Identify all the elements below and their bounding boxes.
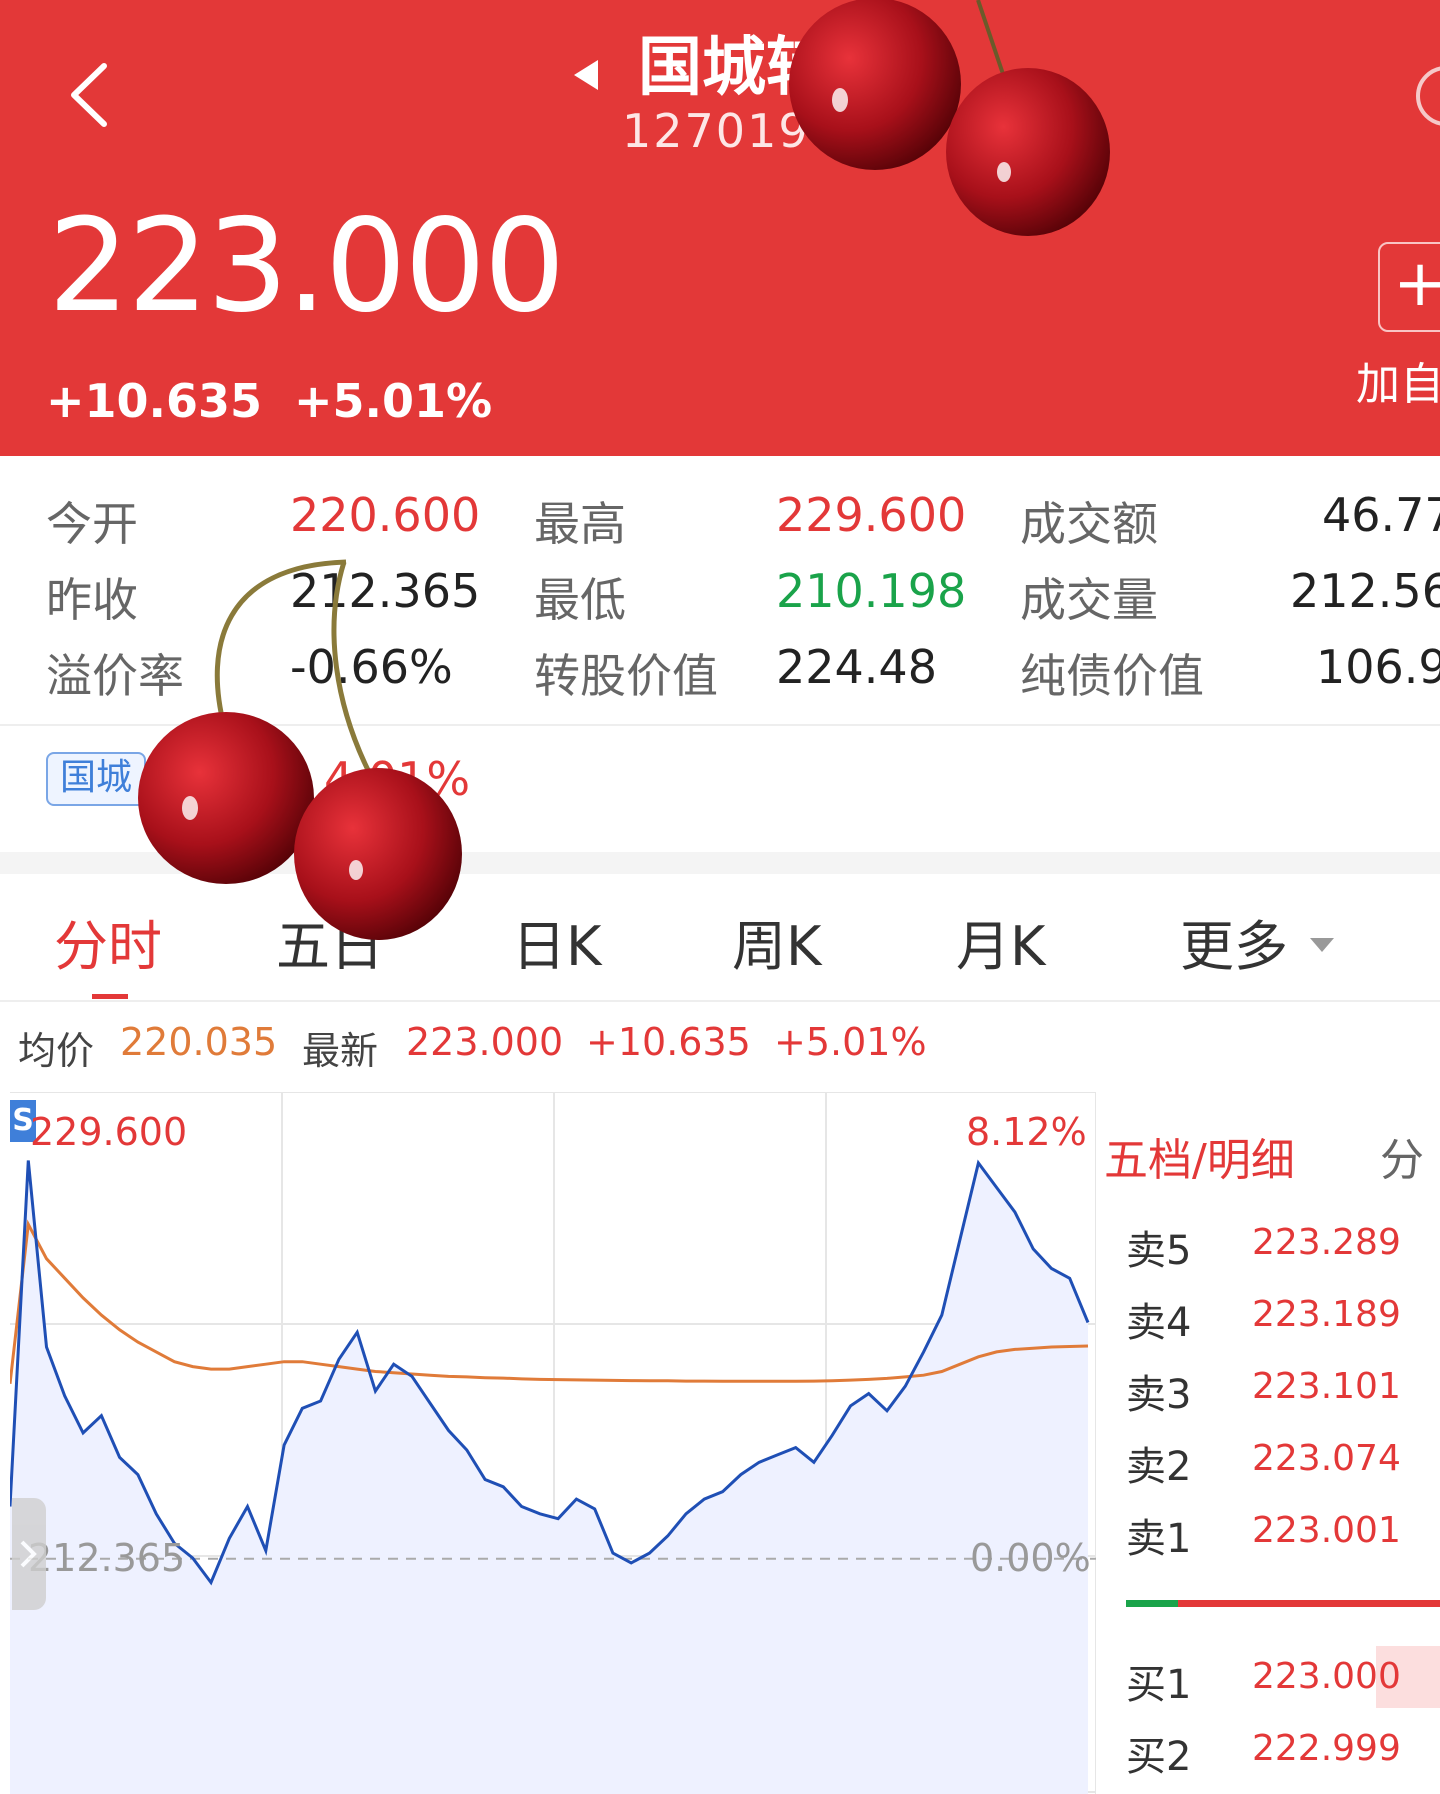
add-watchlist-button[interactable]: + — [1378, 242, 1440, 332]
order-price: 223.001 — [1252, 1510, 1401, 1551]
info-change-pct: +5.01% — [774, 1020, 927, 1064]
latest-value: 223.000 — [406, 1020, 564, 1064]
order-book-tab[interactable]: 五档/明细 — [1104, 1124, 1295, 1188]
stat-label: 纯债价值 — [1020, 649, 1204, 703]
cherry-sticker-icon — [789, 0, 1110, 236]
order-price: 223.289 — [1252, 1222, 1401, 1263]
stat-value: 220.600 — [290, 488, 481, 542]
avg-value: 220.035 — [120, 1020, 278, 1064]
stat-value: 106.9 — [1316, 640, 1440, 694]
order-price: 223.000 — [1252, 1656, 1401, 1697]
header-bar: 国城转 127019 223.000 +10.635 +5.01% + 加自 — [0, 0, 1440, 456]
latest-label: 最新 — [302, 1029, 379, 1073]
tab-weekly-k[interactable]: 周K — [732, 902, 821, 981]
order-label: 卖1 — [1126, 1516, 1192, 1562]
prev-stock-icon[interactable] — [570, 58, 600, 92]
intraday-chart[interactable] — [10, 1092, 1096, 1794]
stat-value: 212.56 — [1290, 564, 1440, 618]
chart-base-label: 212.365 — [28, 1536, 186, 1580]
expand-handle[interactable] — [12, 1498, 46, 1610]
stat-label: 成交额 — [1020, 497, 1158, 551]
order-ratio-bar-buy — [1126, 1600, 1178, 1607]
price-change: +10.635 — [46, 374, 263, 428]
stat-label: 成交量 — [1020, 573, 1158, 627]
tab-more[interactable]: 更多 — [1180, 902, 1288, 981]
stat-label: 最高 — [534, 497, 626, 551]
stat-label: 昨收 — [46, 573, 138, 627]
chevron-down-icon — [1310, 938, 1334, 952]
stat-value: 210.198 — [776, 564, 967, 618]
stat-value: 46.77 — [1322, 488, 1440, 542]
chart-high-label: 229.600 — [30, 1110, 188, 1154]
add-watchlist-label: 加自 — [1356, 359, 1440, 410]
stat-value: 224.48 — [776, 640, 937, 694]
order-label: 买2 — [1126, 1734, 1192, 1780]
stat-value: 229.600 — [776, 488, 967, 542]
stat-label: 最低 — [534, 573, 626, 627]
order-label: 卖4 — [1126, 1300, 1192, 1346]
back-icon[interactable] — [62, 60, 122, 130]
order-price: 223.101 — [1252, 1366, 1401, 1407]
order-price: 223.074 — [1252, 1438, 1401, 1479]
active-tab-indicator — [92, 994, 128, 999]
tab-monthly-k[interactable]: 月K — [956, 902, 1045, 981]
chart-high-pct: 8.12% — [966, 1110, 1087, 1154]
stat-label: 今开 — [46, 497, 138, 551]
order-label: 卖2 — [1126, 1444, 1192, 1490]
price-change-pct: +5.01% — [294, 374, 493, 428]
chevron-right-icon — [20, 1540, 37, 1568]
tab-daily-k[interactable]: 日K — [512, 902, 601, 981]
divider — [0, 1000, 1440, 1002]
related-stock-tag[interactable]: 国城 — [46, 752, 147, 806]
tick-detail-tab[interactable]: 分 — [1380, 1124, 1424, 1188]
chart-base-pct: 0.00% — [970, 1536, 1091, 1580]
current-price: 223.000 — [48, 192, 565, 341]
info-change: +10.635 — [586, 1020, 751, 1064]
order-price: 222.999 — [1252, 1728, 1401, 1769]
stat-label: 转股价值 — [534, 649, 718, 703]
order-label: 买1 — [1126, 1662, 1192, 1708]
avg-label: 均价 — [18, 1029, 95, 1073]
order-price: 223.189 — [1252, 1294, 1401, 1335]
order-label: 卖3 — [1126, 1372, 1192, 1418]
search-icon[interactable] — [1416, 66, 1440, 126]
order-label: 卖5 — [1126, 1228, 1192, 1274]
cherry-sticker-icon — [138, 559, 462, 940]
